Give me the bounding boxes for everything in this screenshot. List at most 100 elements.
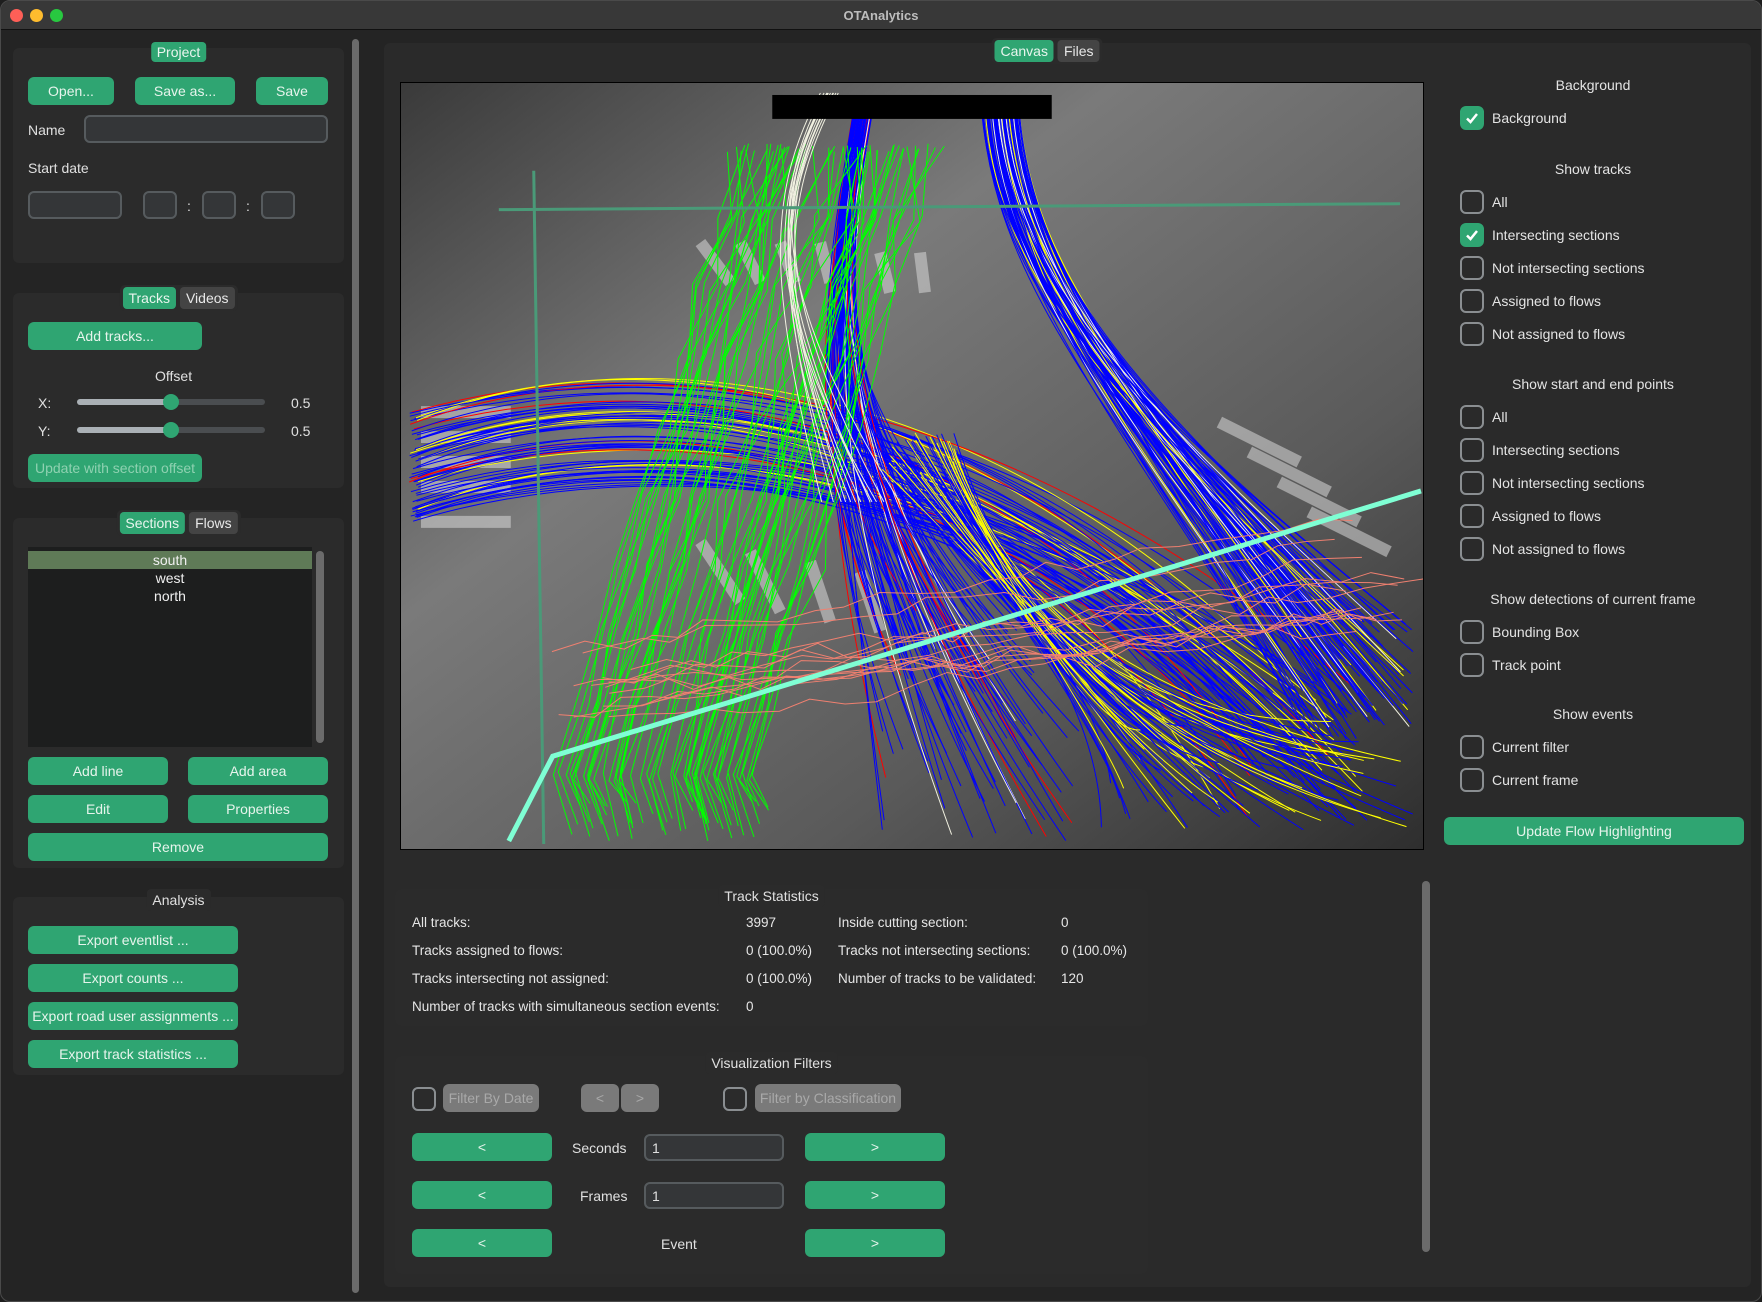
checkbox[interactable] [1460, 735, 1484, 759]
checkbox[interactable] [1460, 471, 1484, 495]
checkbox[interactable] [1460, 768, 1484, 792]
offset-y-slider[interactable] [77, 422, 265, 438]
show-start-end-option[interactable]: Intersecting sections [1460, 438, 1620, 462]
show-detections-option[interactable]: Bounding Box [1460, 620, 1579, 644]
show-tracks-option[interactable]: All [1460, 190, 1508, 214]
filter-by-date-button[interactable]: Filter By Date [443, 1084, 539, 1112]
tab-flows[interactable]: Flows [189, 512, 238, 534]
time-separator: : [246, 198, 250, 214]
filter-by-classification-button[interactable]: Filter by Classification [755, 1084, 901, 1112]
seconds-next-button[interactable]: > [805, 1133, 945, 1161]
show-events-option[interactable]: Current filter [1460, 735, 1569, 759]
tab-sections[interactable]: Sections [119, 512, 186, 534]
start-date-input[interactable] [28, 191, 122, 219]
sections-tabs: Sections Flows [116, 510, 241, 536]
filter-by-date-checkbox-box[interactable] [412, 1087, 436, 1111]
checkbox[interactable] [1460, 653, 1484, 677]
checkbox[interactable] [1460, 223, 1484, 247]
sidebar-scrollbar[interactable] [352, 39, 359, 1293]
app-window: OTAnalytics Project Open... Save as... S… [0, 0, 1762, 1302]
checkbox-label: Track point [1492, 657, 1561, 673]
background-option[interactable]: Background [1460, 106, 1567, 130]
checkbox-label: All [1492, 409, 1508, 425]
filter-by-classification-checkbox[interactable] [723, 1087, 747, 1111]
section-item-west[interactable]: west [28, 569, 312, 587]
show-start-end-option[interactable]: Assigned to flows [1460, 504, 1601, 528]
show-start-end-option[interactable]: All [1460, 405, 1508, 429]
tab-files[interactable]: Files [1057, 40, 1100, 62]
start-second-input[interactable] [261, 191, 295, 219]
export-counts-button[interactable]: Export counts ... [28, 964, 238, 992]
export-road-user-assignments-button[interactable]: Export road user assignments ... [28, 1002, 238, 1030]
show-detections-option[interactable]: Track point [1460, 653, 1561, 677]
visualization-filters-title: Visualization Filters [705, 1052, 838, 1074]
add-area-button[interactable]: Add area [188, 757, 328, 785]
section-item-north[interactable]: north [28, 587, 312, 605]
checkbox-label: Current filter [1492, 739, 1570, 755]
save-button[interactable]: Save [256, 77, 328, 105]
event-prev-button[interactable]: < [412, 1229, 552, 1257]
checkbox[interactable] [1460, 438, 1484, 462]
event-next-button[interactable]: > [805, 1229, 945, 1257]
checkbox[interactable] [1460, 537, 1484, 561]
show-start-end-option[interactable]: Not intersecting sections [1460, 471, 1645, 495]
show-start-end-option[interactable]: Not assigned to flows [1460, 537, 1625, 561]
checkbox[interactable] [1460, 256, 1484, 280]
sections-list-scrollbar[interactable] [316, 551, 324, 743]
checkbox[interactable] [1460, 190, 1484, 214]
offset-y-value: 0.5 [291, 423, 311, 439]
analysis-group-label: Analysis [146, 889, 211, 911]
show-tracks-option[interactable]: Not assigned to flows [1460, 322, 1625, 346]
track-canvas[interactable] [400, 82, 1424, 850]
filter-date-prev-button[interactable]: < [581, 1084, 619, 1112]
update-flow-highlighting-button[interactable]: Update Flow Highlighting [1444, 817, 1744, 845]
save-as-button[interactable]: Save as... [135, 77, 235, 105]
checkbox-label: Intersecting sections [1492, 227, 1620, 243]
checkbox[interactable] [1460, 322, 1484, 346]
section-properties-button[interactable]: Properties [188, 795, 328, 823]
stat-to-validate-label: Number of tracks to be validated: [838, 971, 1037, 986]
frames-input[interactable]: 1 [644, 1182, 784, 1209]
checkbox[interactable] [1460, 504, 1484, 528]
remove-section-button[interactable]: Remove [28, 833, 328, 861]
filter-by-classification-checkbox-box[interactable] [723, 1087, 747, 1111]
lower-panel-scrollbar[interactable] [1422, 881, 1430, 1252]
frames-next-button[interactable]: > [805, 1181, 945, 1209]
edit-section-button[interactable]: Edit [28, 795, 168, 823]
offset-y-slider-handle[interactable] [163, 422, 179, 438]
offset-title: Offset [155, 368, 193, 384]
checkbox[interactable] [1460, 620, 1484, 644]
export-track-statistics-button[interactable]: Export track statistics ... [28, 1040, 238, 1068]
add-line-button[interactable]: Add line [28, 757, 168, 785]
checkbox[interactable] [1460, 106, 1484, 130]
section-item-south[interactable]: south [28, 551, 312, 569]
filter-date-next-button[interactable]: > [621, 1084, 659, 1112]
filter-by-date-checkbox[interactable] [412, 1087, 436, 1111]
sections-list[interactable]: south west north [28, 547, 312, 747]
seconds-input[interactable]: 1 [644, 1134, 784, 1161]
checkbox-label: Not assigned to flows [1492, 326, 1626, 342]
checkbox[interactable] [1460, 289, 1484, 313]
show-tracks-option[interactable]: Assigned to flows [1460, 289, 1601, 313]
checkbox-label: Assigned to flows [1492, 508, 1601, 524]
tab-tracks[interactable]: Tracks [122, 287, 176, 309]
tab-videos[interactable]: Videos [179, 287, 235, 309]
seconds-prev-button[interactable]: < [412, 1133, 552, 1161]
show-tracks-option[interactable]: Intersecting sections [1460, 223, 1620, 247]
export-eventlist-button[interactable]: Export eventlist ... [28, 926, 238, 954]
offset-x-slider-handle[interactable] [163, 394, 179, 410]
start-hour-input[interactable] [143, 191, 177, 219]
background-heading: Background [1555, 77, 1631, 93]
update-section-offset-button[interactable]: Update with section offset [28, 454, 202, 482]
checkbox[interactable] [1460, 405, 1484, 429]
project-name-input[interactable] [84, 115, 328, 143]
start-minute-input[interactable] [202, 191, 236, 219]
tab-canvas[interactable]: Canvas [994, 40, 1054, 62]
add-tracks-button[interactable]: Add tracks... [28, 322, 202, 350]
offset-x-slider[interactable] [77, 394, 265, 410]
show-tracks-option[interactable]: Not intersecting sections [1460, 256, 1645, 280]
show-events-option[interactable]: Current frame [1460, 768, 1578, 792]
open-project-button[interactable]: Open... [28, 77, 114, 105]
frames-prev-button[interactable]: < [412, 1181, 552, 1209]
stat-not-intersecting-value: 0 (100.0%) [1061, 943, 1128, 958]
